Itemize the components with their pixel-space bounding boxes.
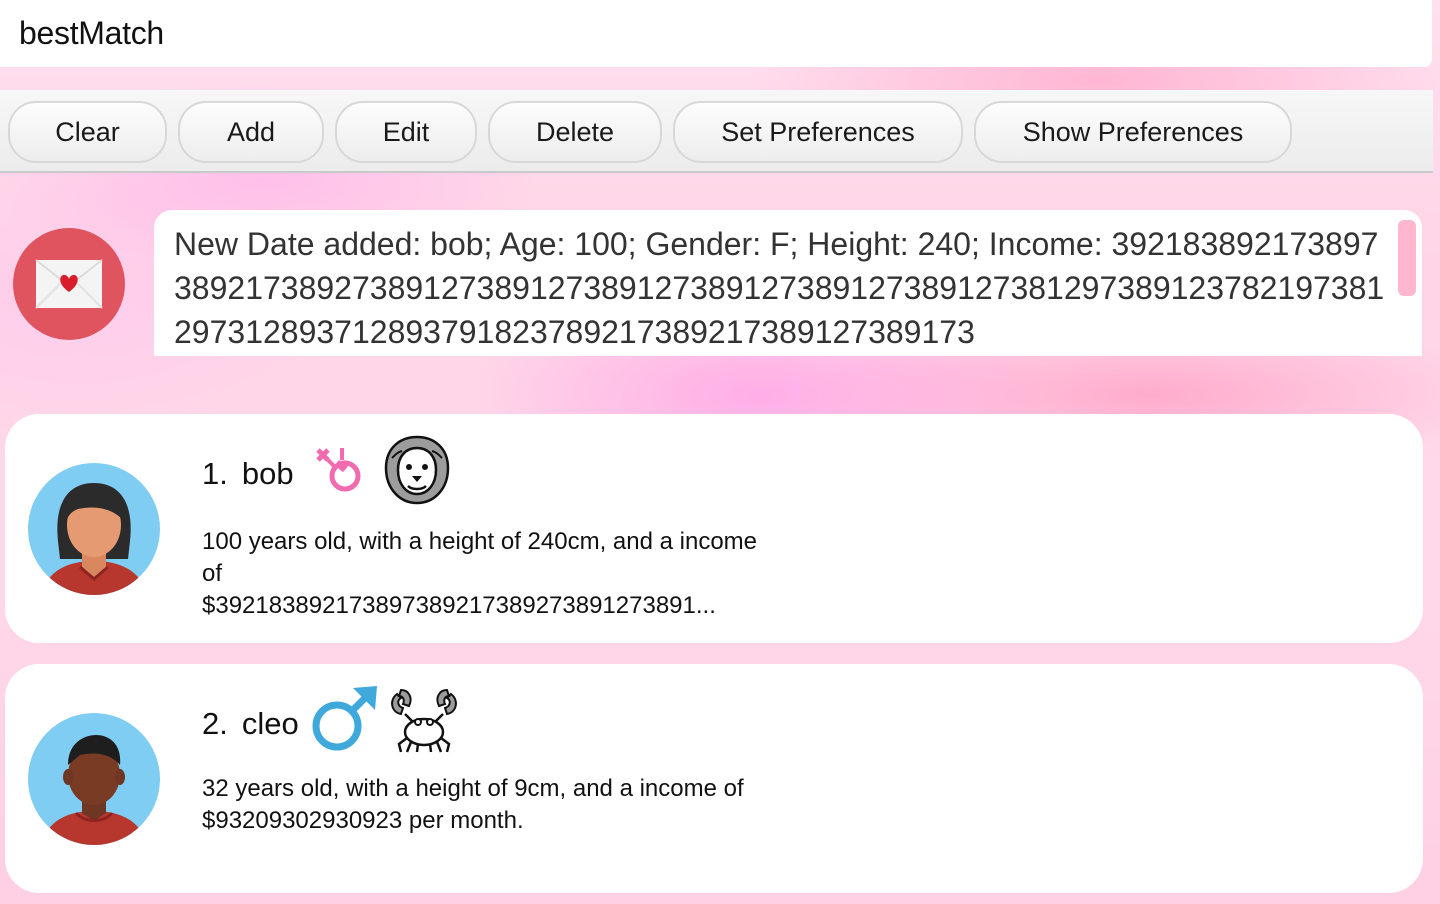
set-preferences-button[interactable]: Set Preferences: [673, 101, 963, 163]
male-avatar: [28, 713, 160, 845]
date-name-line: 1. bob: [202, 435, 452, 505]
date-name: cleo: [241, 706, 299, 741]
date-name: bob: [241, 456, 294, 491]
female-avatar: [28, 463, 160, 595]
date-details: 32 years old, with a height of 9cm, and …: [202, 773, 812, 837]
delete-button[interactable]: Delete: [488, 101, 662, 163]
clear-button[interactable]: Clear: [8, 101, 167, 163]
date-details: 100 years old, with a height of 240cm, a…: [202, 526, 812, 622]
add-button[interactable]: Add: [178, 101, 324, 163]
female-gender-icon: [312, 444, 368, 504]
date-name-line: 2. cleo: [202, 686, 461, 753]
date-details-line: $93209302930923 per month.: [202, 807, 524, 834]
love-letter-icon: [13, 228, 125, 340]
date-details-line: $392183892173897389217389273891273891...: [202, 592, 716, 619]
date-details-line: of: [202, 560, 223, 587]
date-index: 1.: [202, 456, 228, 491]
male-gender-icon: [307, 684, 379, 764]
toolbar: Clear Add Edit Delete Set Preferences Sh…: [0, 90, 1433, 173]
result-message: New Date added: bob; Age: 100; Gender: F…: [174, 226, 1385, 350]
show-preferences-button[interactable]: Show Preferences: [974, 101, 1292, 163]
date-card[interactable]: 1. bob 100 years old, with a height of 2…: [5, 414, 1423, 643]
app-title: bestMatch: [19, 15, 164, 51]
result-display[interactable]: New Date added: bob; Age: 100; Gender: F…: [154, 210, 1422, 356]
result-scrollbar[interactable]: [1398, 220, 1416, 296]
date-index: 2.: [202, 706, 228, 741]
date-details-line: 32 years old, with a height of 9cm, and …: [202, 775, 744, 802]
date-card[interactable]: 2. cleo 32 years old, with a height of 9…: [5, 664, 1423, 893]
title-bar: bestMatch: [0, 0, 1432, 67]
cancer-crab-icon: [387, 686, 461, 762]
leo-lion-icon: [382, 434, 452, 514]
date-details-line: 100 years old, with a height of 240cm, a…: [202, 528, 757, 555]
edit-button[interactable]: Edit: [335, 101, 477, 163]
